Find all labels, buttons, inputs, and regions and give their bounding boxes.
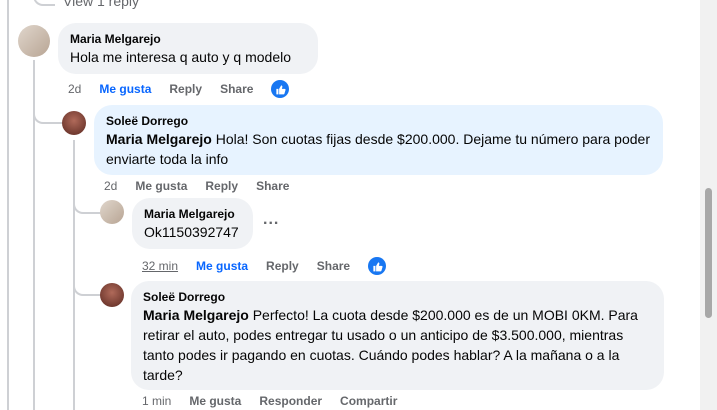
- comment-author[interactable]: Soleë Dorrego: [106, 113, 651, 129]
- comment-actions: 1 min Me gusta Responder Compartir: [142, 394, 415, 408]
- avatar[interactable]: [100, 283, 124, 307]
- like-reaction-icon[interactable]: [271, 80, 290, 98]
- comment-time[interactable]: 2d: [104, 179, 117, 193]
- view-replies-link[interactable]: View 1 reply: [63, 0, 139, 9]
- thread-connector: [33, 0, 55, 6]
- reply-button[interactable]: Reply: [266, 259, 299, 273]
- thread-connector: [73, 280, 101, 296]
- comment-text: Ok1150392747: [144, 224, 239, 240]
- comment-bubble: Soleë Dorrego Maria Melgarejo Perfecto! …: [131, 281, 664, 390]
- avatar[interactable]: [100, 200, 124, 224]
- reply-button[interactable]: Responder: [259, 394, 322, 408]
- reply-button[interactable]: Reply: [205, 179, 238, 193]
- reply-button[interactable]: Reply: [169, 82, 202, 96]
- comment-author[interactable]: Soleë Dorrego: [143, 289, 652, 305]
- more-options-icon[interactable]: ...: [263, 211, 279, 229]
- comment-bubble: Maria Melgarejo Ok1150392747: [132, 198, 253, 249]
- like-button[interactable]: Me gusta: [135, 179, 187, 193]
- share-button[interactable]: Share: [256, 179, 289, 193]
- comment-actions: 2d Me gusta Reply Share: [104, 179, 307, 193]
- share-button[interactable]: Compartir: [340, 394, 397, 408]
- like-reaction-icon[interactable]: [368, 257, 387, 275]
- comment-actions: 32 min Me gusta Reply Share: [142, 257, 387, 275]
- like-button[interactable]: Me gusta: [99, 82, 151, 96]
- share-button[interactable]: Share: [220, 82, 253, 96]
- mention-link[interactable]: Maria Melgarejo: [106, 131, 212, 147]
- like-button[interactable]: Me gusta: [196, 259, 248, 273]
- avatar[interactable]: [62, 111, 86, 135]
- comment-time[interactable]: 32 min: [142, 259, 178, 273]
- comment-bubble: Maria Melgarejo Hola me interesa q auto …: [58, 23, 318, 74]
- comment-time[interactable]: 2d: [68, 82, 81, 96]
- like-button[interactable]: Me gusta: [189, 394, 241, 408]
- thread-line-root: [7, 0, 9, 410]
- mention-link[interactable]: Maria Melgarejo: [143, 307, 249, 323]
- share-button[interactable]: Share: [317, 259, 350, 273]
- thread-line-level2: [73, 140, 75, 410]
- comment-author[interactable]: Maria Melgarejo: [144, 206, 241, 222]
- comment-actions: 2d Me gusta Reply Share: [68, 80, 290, 98]
- scrollbar-thumb[interactable]: [705, 188, 712, 318]
- thread-connector: [33, 100, 63, 124]
- avatar[interactable]: [18, 25, 50, 57]
- comment-text: Hola me interesa q auto y q modelo: [70, 49, 292, 65]
- comment-time[interactable]: 1 min: [142, 394, 171, 408]
- comment-author[interactable]: Maria Melgarejo: [70, 31, 306, 47]
- comment-bubble: Soleë Dorrego Maria Melgarejo Hola! Son …: [94, 105, 663, 175]
- thread-connector: [73, 190, 101, 214]
